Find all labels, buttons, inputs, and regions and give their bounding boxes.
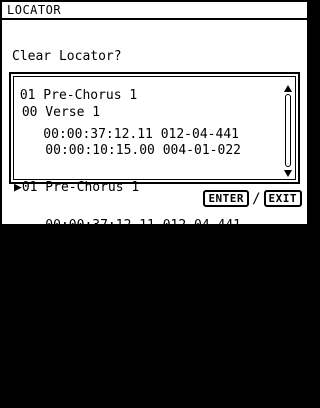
scroll-up-arrow-icon[interactable] [284, 85, 292, 92]
scroll-track[interactable] [285, 94, 291, 167]
enter-button[interactable]: ENTER [203, 190, 250, 207]
prompt-question: Clear Locator? [12, 49, 122, 64]
list-scrollbar[interactable] [284, 85, 292, 177]
button-separator: / [252, 190, 261, 207]
scroll-down-arrow-icon[interactable] [284, 170, 292, 177]
list-item-time-02[interactable]: 00:00:48:05.78 016-03-146 [14, 294, 241, 308]
locator-rows: 00 Verse 1 00:00:10:15.00 004-01-022 ▶01… [14, 82, 241, 407]
list-item-name-02[interactable]: 02 Chorus 1 [14, 256, 241, 270]
window-title: LOCATOR [2, 2, 307, 20]
exit-button[interactable]: EXIT [263, 190, 302, 207]
list-item-time-03[interactable]: 00:01:33:15.36 031-03-350 [14, 369, 241, 383]
footer-buttons: ENTER / EXIT [203, 190, 302, 207]
locator-list[interactable]: 00 Verse 1 00:00:10:15.00 004-01-022 ▶01… [9, 72, 300, 381]
list-item-time-01-selected[interactable]: 00:00:37:12.11 012-04-441 [14, 219, 241, 233]
locator-screen: LOCATOR Clear Locator? 01 Pre-Chorus 1 0… [0, 0, 309, 381]
list-item-name-00[interactable]: 00 Verse 1 [14, 106, 241, 120]
list-item-name-03[interactable]: 03 Pre-Chorus 2 [14, 331, 241, 345]
list-item-time-00[interactable]: 00:00:10:15.00 004-01-022 [14, 144, 241, 158]
locator-list-inner: 00 Verse 1 00:00:10:15.00 004-01-022 ▶01… [13, 76, 296, 381]
